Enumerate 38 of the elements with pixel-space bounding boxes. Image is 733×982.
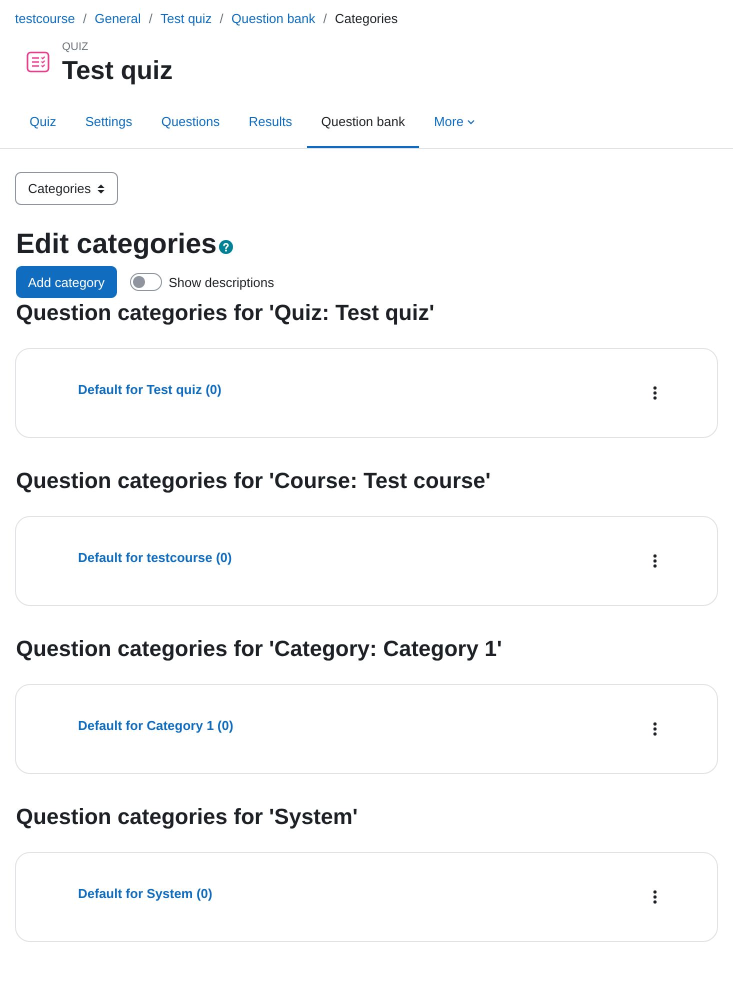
breadcrumb-link[interactable]: Question bank	[231, 9, 316, 29]
category-link[interactable]: Default for Test quiz (0)	[78, 380, 222, 400]
quiz-icon	[26, 50, 50, 74]
chevron-down-icon	[466, 118, 475, 126]
breadcrumb-separator: /	[148, 10, 152, 28]
breadcrumb-link[interactable]: Test quiz	[160, 9, 212, 29]
nav-tab[interactable]: Results	[234, 97, 307, 148]
kebab-icon	[653, 722, 657, 736]
section-heading: Question categories for 'System'	[16, 803, 359, 831]
module-type-label: QUIZ	[62, 40, 90, 54]
help-icon[interactable]	[218, 240, 233, 254]
toggle-label: Show descriptions	[168, 274, 274, 290]
nav-tab[interactable]: Question bank	[306, 97, 420, 148]
breadcrumb-current: Categories	[334, 10, 398, 28]
breadcrumb-separator: /	[220, 10, 224, 28]
page-title: Test quiz	[62, 54, 173, 86]
category-link[interactable]: Default for testcourse (0)	[78, 548, 232, 568]
page-heading: Edit categories	[15, 227, 217, 261]
breadcrumb-separator: /	[323, 10, 327, 28]
nav-tab[interactable]: Quiz	[15, 97, 71, 148]
kebab-icon	[653, 554, 657, 568]
toggle-switch[interactable]	[130, 273, 162, 291]
section-heading: Question categories for 'Category: Category 1'	[16, 635, 504, 663]
category-link[interactable]: Default for System (0)	[78, 884, 212, 904]
breadcrumb-separator: /	[82, 10, 87, 28]
page-select[interactable]: Categories	[15, 172, 118, 205]
breadcrumb-link[interactable]: testcourse	[15, 9, 75, 29]
category-link[interactable]: Default for Category 1 (0)	[78, 716, 234, 736]
sort-caret-icon	[96, 184, 105, 194]
breadcrumb-link[interactable]: General	[94, 9, 141, 29]
section-heading: Question categories for 'Quiz: Test quiz'	[16, 299, 436, 327]
kebab-icon	[653, 386, 657, 400]
nav-tab[interactable]: Questions	[146, 97, 234, 148]
kebab-icon	[653, 890, 657, 904]
section-heading: Question categories for 'Course: Test course'	[16, 467, 492, 495]
add-category-button[interactable]: Add category	[16, 266, 117, 298]
nav-tab[interactable]: Settings	[70, 97, 147, 148]
nav-tab[interactable]: More	[419, 97, 490, 148]
